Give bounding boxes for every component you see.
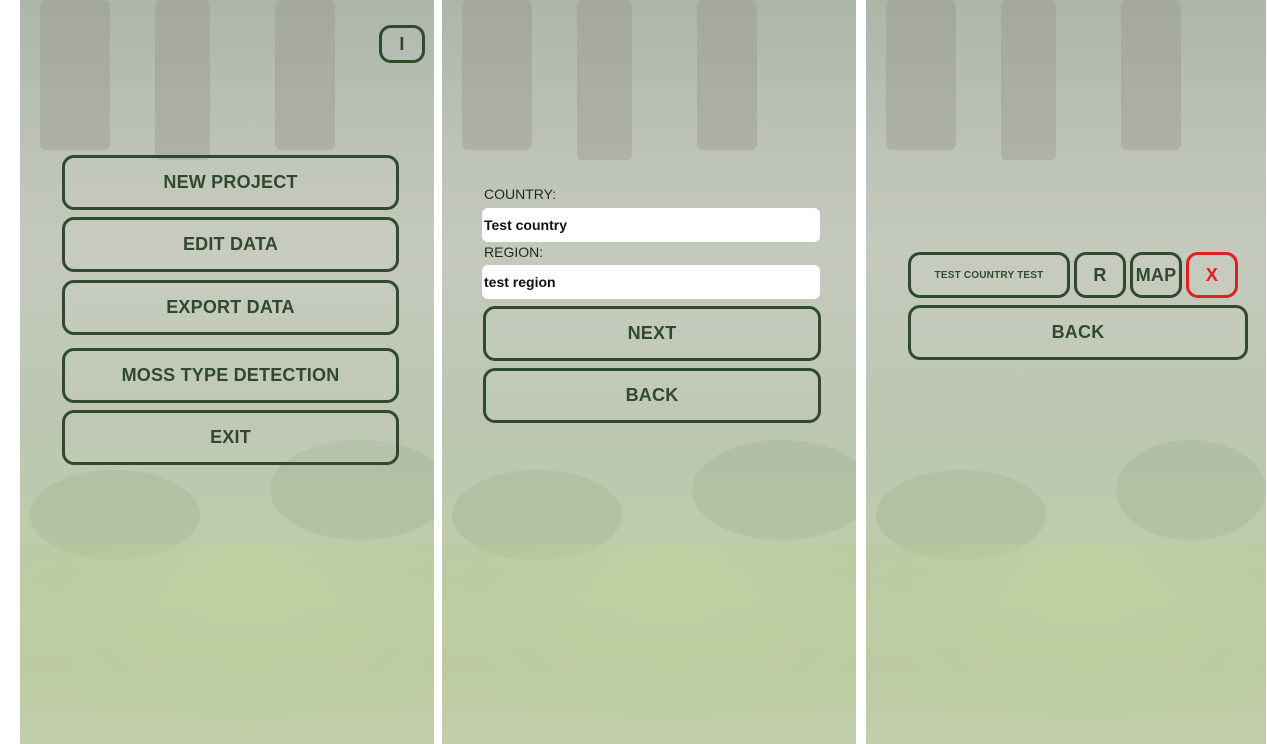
- info-button[interactable]: I: [379, 25, 425, 63]
- region-label: REGION:: [484, 244, 544, 260]
- r-button[interactable]: R: [1074, 252, 1126, 298]
- map-button[interactable]: MAP: [1130, 252, 1182, 298]
- country-label: COUNTRY:: [484, 186, 557, 202]
- main-menu-screen: I NEW PROJECT EDIT DATA EXPORT DATA MOSS…: [20, 0, 434, 744]
- new-project-button[interactable]: NEW PROJECT: [62, 155, 399, 210]
- edit-data-button[interactable]: EDIT DATA: [62, 217, 399, 272]
- exit-button[interactable]: EXIT: [62, 410, 399, 465]
- delete-button[interactable]: X: [1186, 252, 1238, 298]
- new-project-screen: COUNTRY: Test country REGION: test regio…: [442, 0, 856, 744]
- region-field[interactable]: test region: [482, 265, 820, 299]
- background-overlay: [866, 0, 1266, 744]
- project-item-button[interactable]: TEST COUNTRY TEST: [908, 252, 1070, 298]
- export-data-button[interactable]: EXPORT DATA: [62, 280, 399, 335]
- next-button[interactable]: NEXT: [483, 306, 821, 361]
- country-field[interactable]: Test country: [482, 208, 820, 242]
- moss-type-detection-button[interactable]: MOSS TYPE DETECTION: [62, 348, 399, 403]
- back-button[interactable]: BACK: [908, 305, 1248, 360]
- back-button[interactable]: BACK: [483, 368, 821, 423]
- project-list-screen: TEST COUNTRY TEST R MAP X BACK: [866, 0, 1266, 744]
